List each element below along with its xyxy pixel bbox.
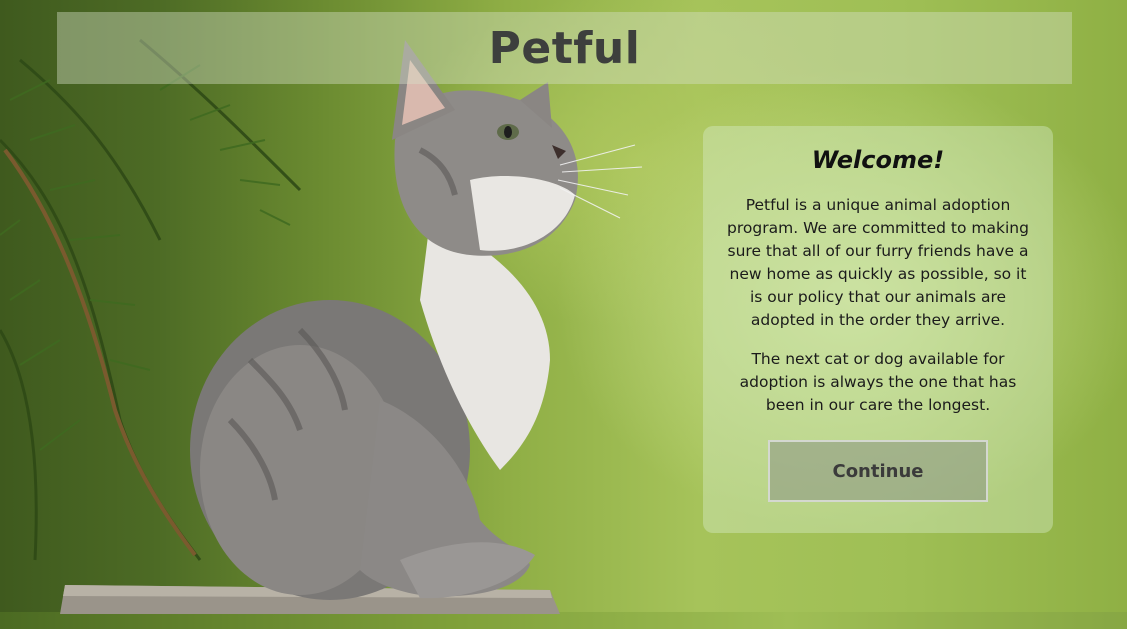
page-title: Petful xyxy=(488,22,641,74)
header-bar: Petful xyxy=(57,12,1072,84)
continue-button[interactable]: Continue xyxy=(768,440,988,502)
intro-paragraph: Petful is a unique animal adoption progr… xyxy=(727,196,1029,329)
policy-paragraph: The next cat or dog available for adopti… xyxy=(739,350,1017,414)
welcome-card: Welcome! Petful is a unique animal adopt… xyxy=(703,126,1053,533)
welcome-heading: Welcome! xyxy=(811,146,945,174)
